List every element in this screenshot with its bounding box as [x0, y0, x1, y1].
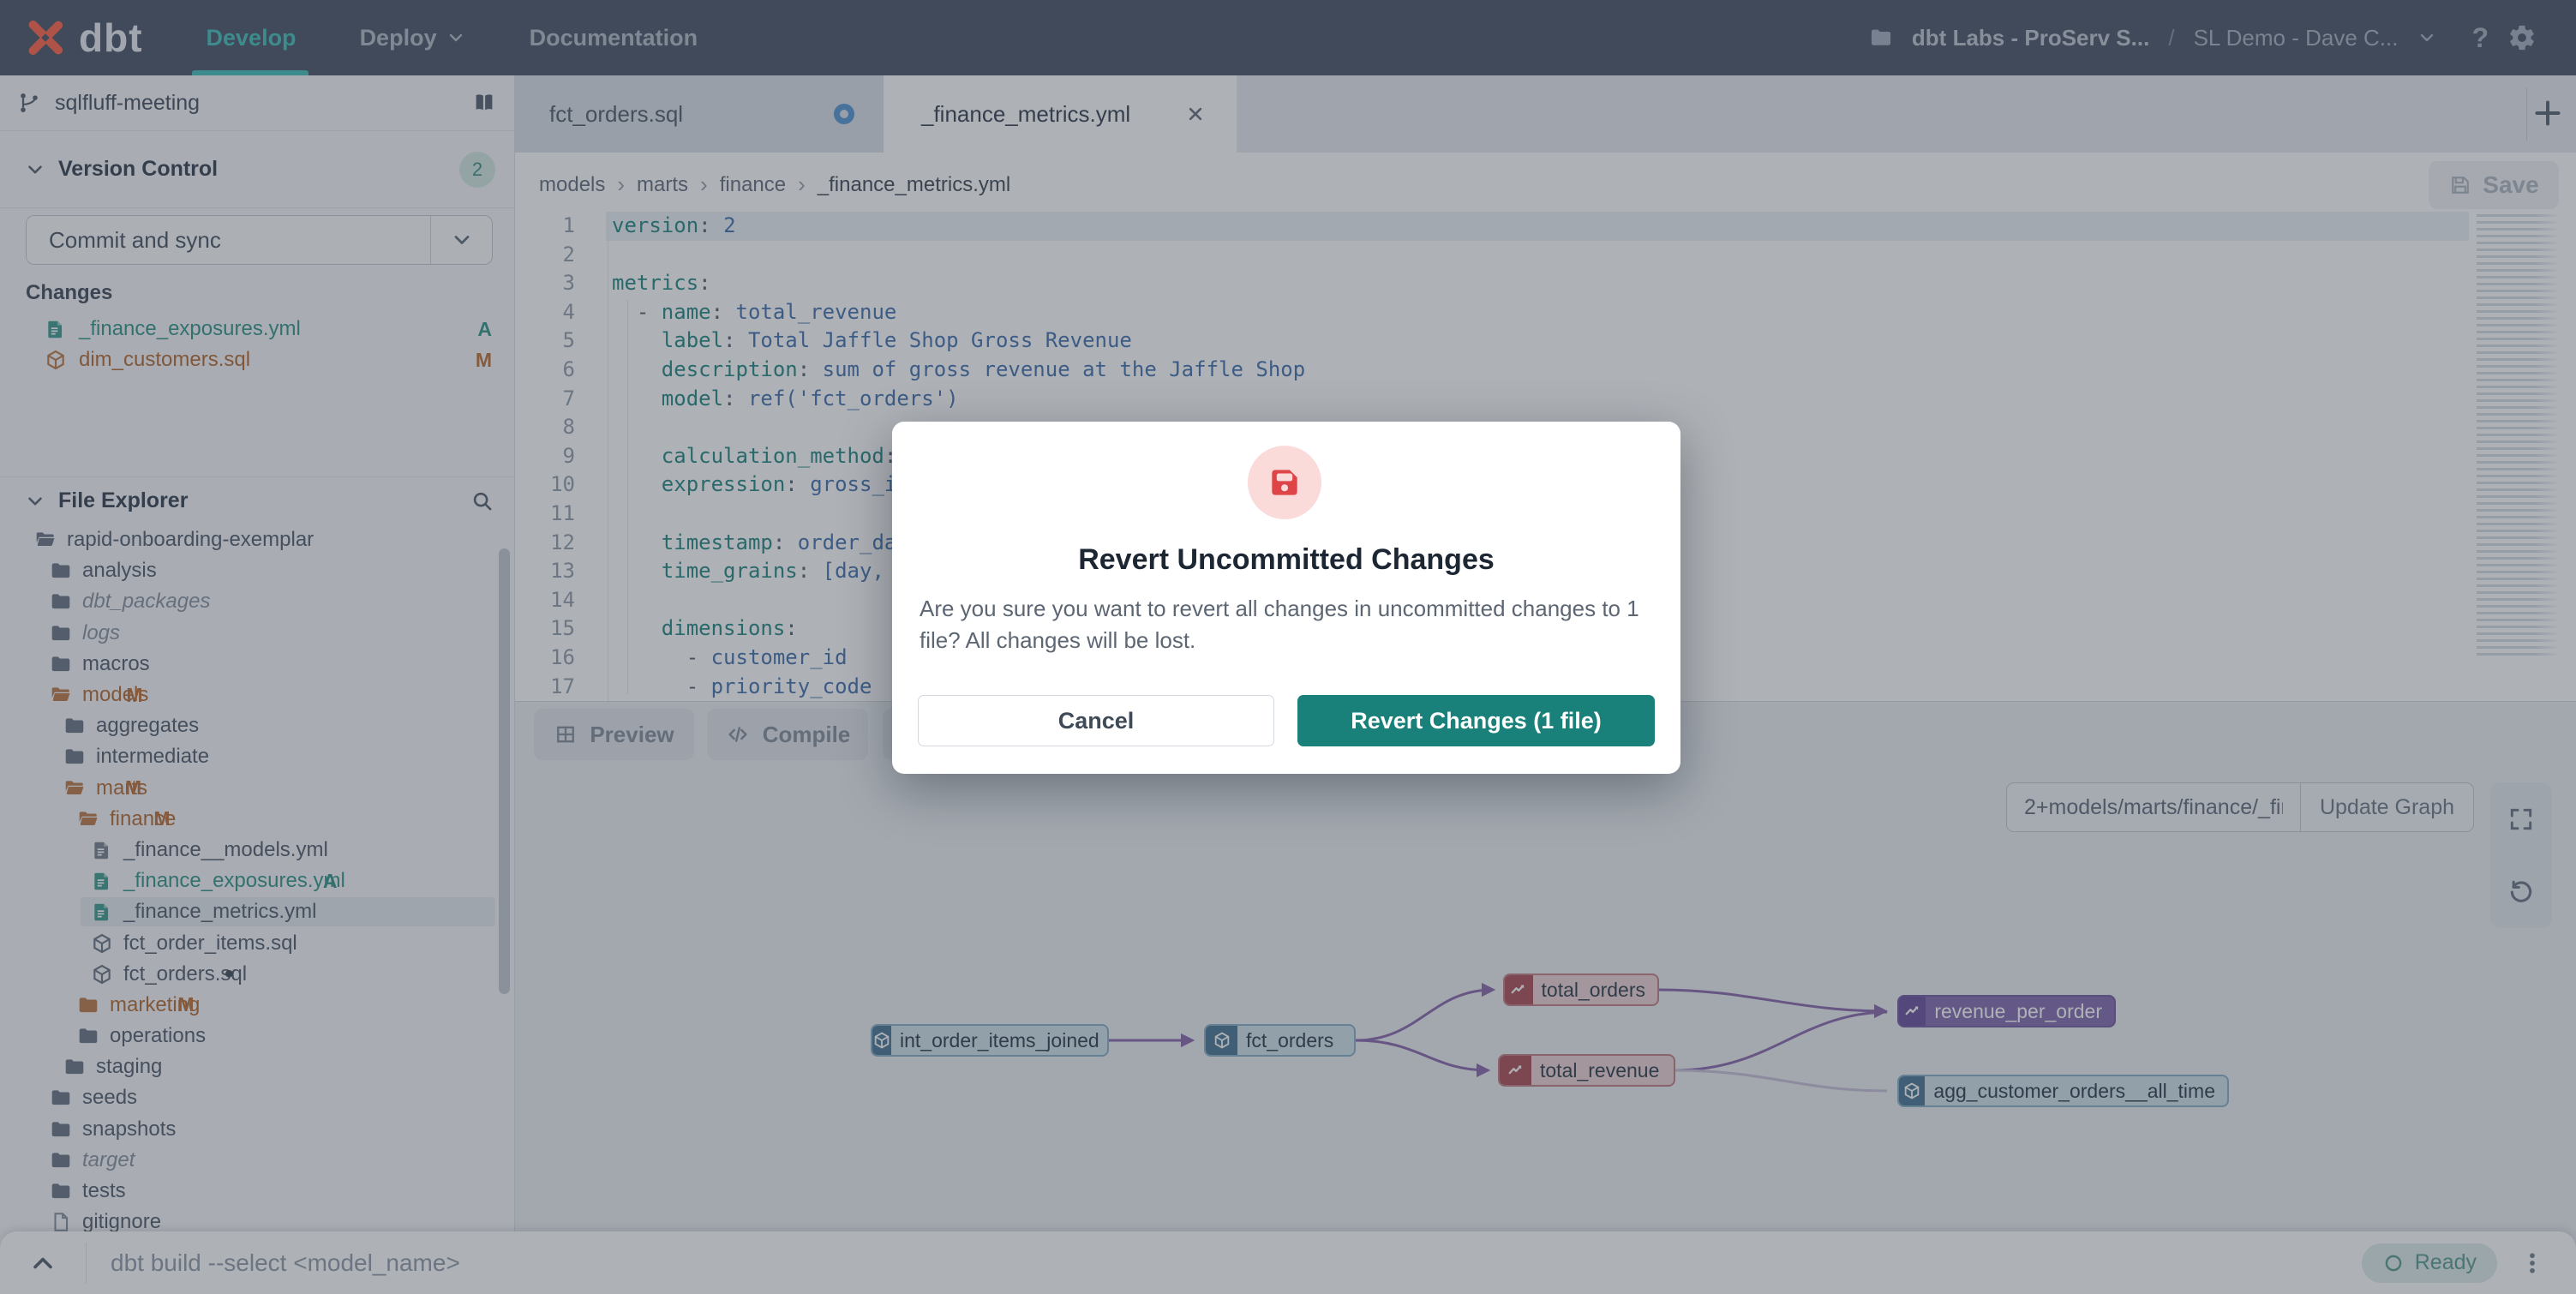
dbt-cloud-ide: dbt Develop Deploy Documentation dbt Lab… [0, 0, 2576, 1294]
revert-changes-button[interactable]: Revert Changes (1 file) [1297, 695, 1655, 746]
revert-save-icon [1248, 446, 1321, 519]
modal-title: Revert Uncommitted Changes [892, 543, 1680, 577]
revert-changes-modal: Revert Uncommitted Changes Are you sure … [892, 422, 1680, 774]
cancel-button[interactable]: Cancel [918, 695, 1274, 746]
modal-body-text: Are you sure you want to revert all chan… [920, 593, 1655, 656]
